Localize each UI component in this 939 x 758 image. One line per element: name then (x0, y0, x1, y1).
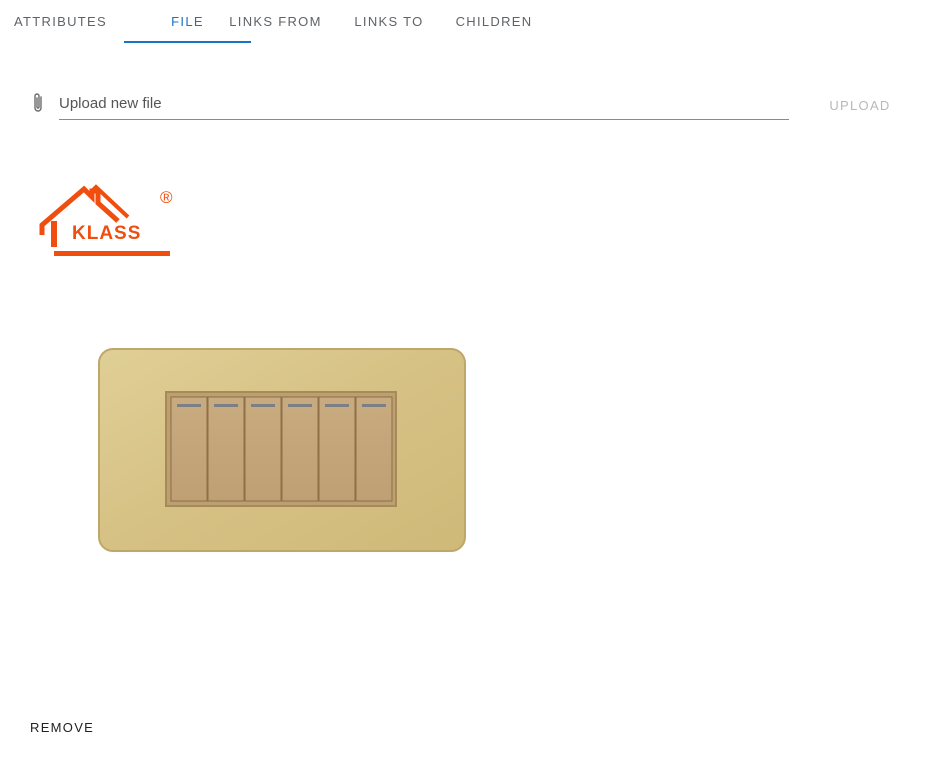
switch-plate-image (98, 348, 466, 552)
paperclip-icon[interactable] (30, 91, 46, 115)
tab-links-from[interactable]: LINKS FROM (222, 0, 329, 42)
remove-button[interactable]: REMOVE (30, 716, 94, 738)
upload-file-input[interactable] (59, 88, 789, 120)
logo-text: KLASS (72, 223, 141, 244)
active-tab-indicator (124, 41, 251, 43)
registered-mark: ® (160, 188, 173, 207)
upload-button[interactable]: UPLOAD (820, 94, 900, 116)
tab-children[interactable]: CHILDREN (448, 0, 540, 42)
tab-links-to[interactable]: LINKS TO (346, 0, 432, 42)
klass-logo: KLASS ® (39, 184, 173, 256)
file-panel: ATTRIBUTES FILE LINKS FROM LINKS TO CHIL… (0, 0, 939, 758)
file-preview-image: KLASS ® (30, 175, 490, 575)
tab-bar: ATTRIBUTES FILE LINKS FROM LINKS TO CHIL… (0, 0, 939, 44)
tab-attributes[interactable]: ATTRIBUTES (0, 0, 121, 42)
